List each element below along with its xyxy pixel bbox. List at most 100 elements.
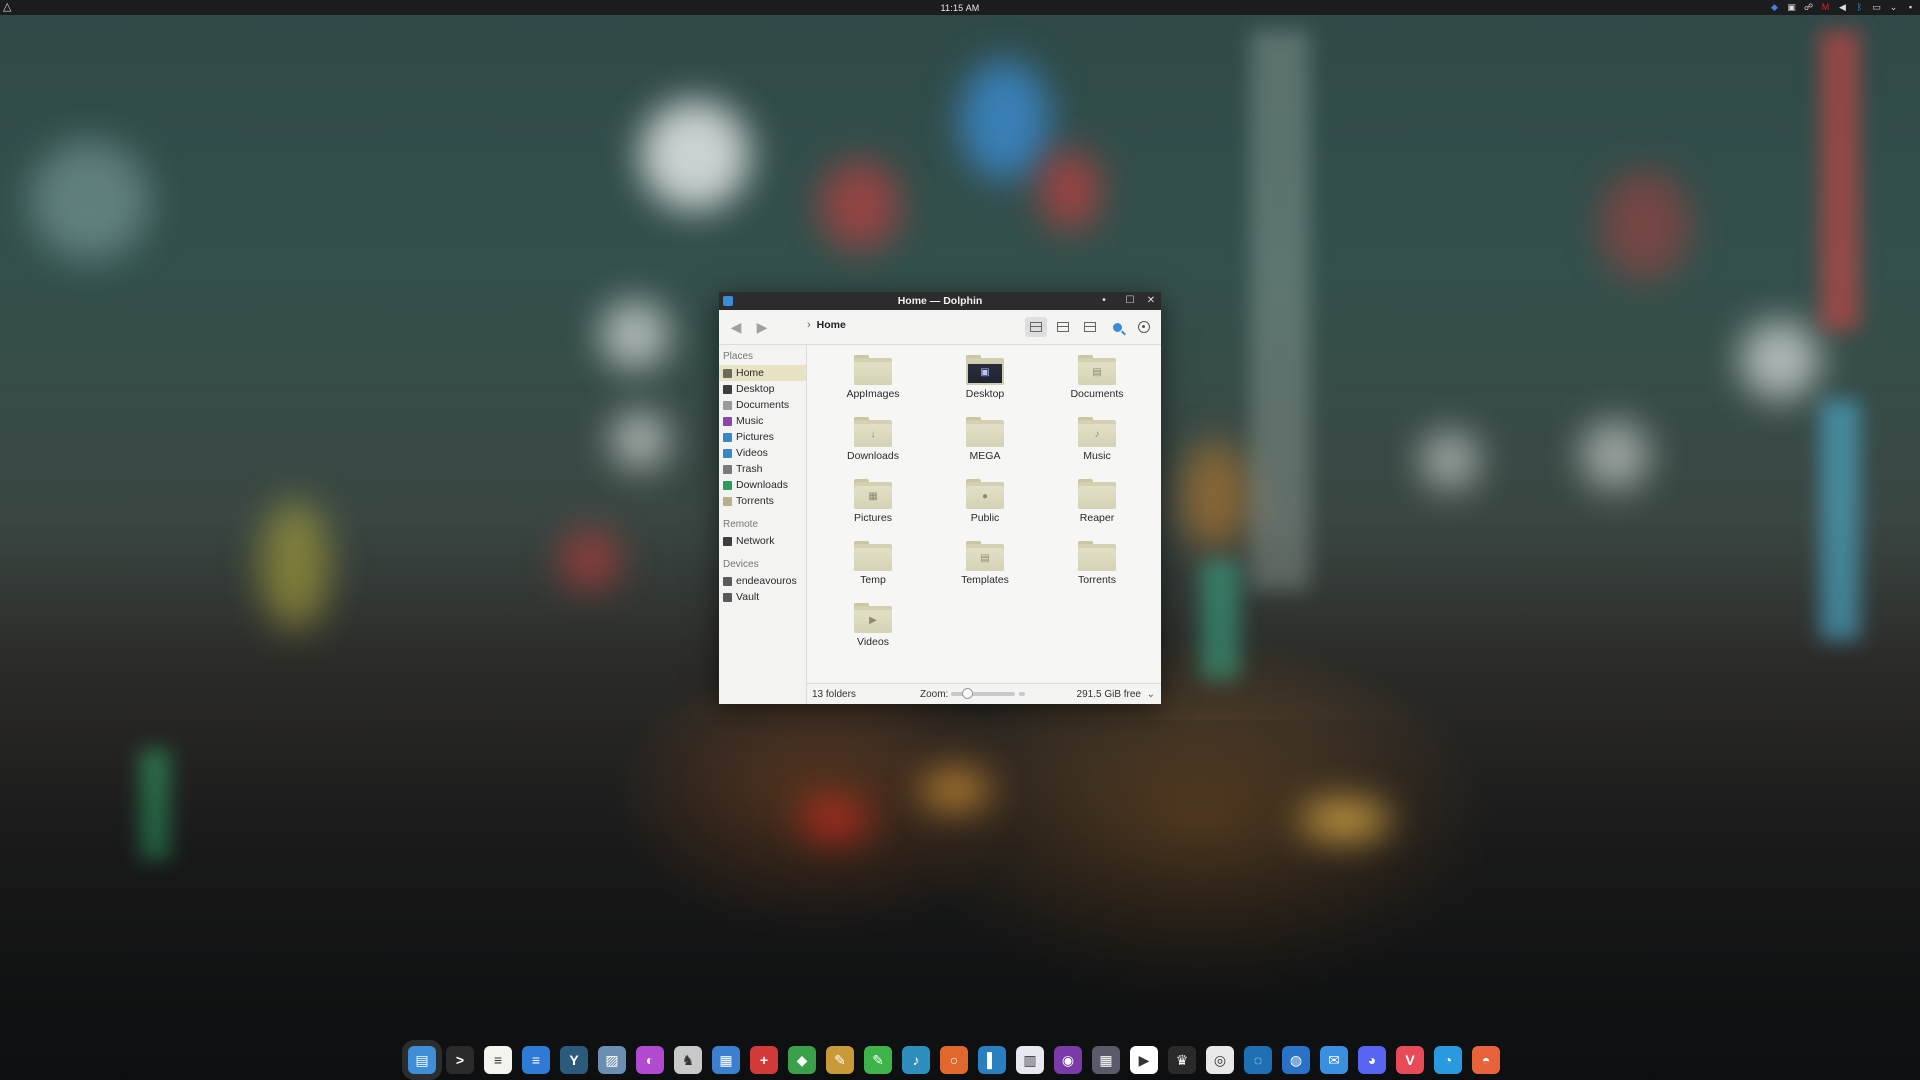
chess-icon[interactable]: ♞: [674, 1046, 702, 1074]
podcast-icon[interactable]: ◉: [1054, 1046, 1082, 1074]
clipboard-icon[interactable]: ▣: [1786, 2, 1797, 13]
game-icon[interactable]: ♛: [1168, 1046, 1196, 1074]
endeavouros-icon[interactable]: △: [3, 1, 15, 13]
search-button[interactable]: [1106, 317, 1128, 337]
sidebar-item-documents[interactable]: Documents: [719, 397, 806, 413]
file-view: AppImages ▣ Desktop ▤ Documents ↓ Downloads MEG…: [807, 345, 1161, 704]
discord-icon[interactable]: ◕: [1358, 1046, 1386, 1074]
sidebar-item-torrents[interactable]: Torrents: [719, 493, 806, 509]
vivaldi-icon[interactable]: V: [1396, 1046, 1424, 1074]
volume-icon[interactable]: ◀: [1837, 2, 1848, 13]
folder-emblem-icon: [1091, 491, 1103, 503]
window-icon[interactable]: ▪: [1905, 2, 1916, 13]
free-space[interactable]: 291.5 GiB free: [1077, 689, 1141, 700]
sidebar-item-music[interactable]: Music: [719, 413, 806, 429]
folder-item[interactable]: ▤ Documents: [1041, 351, 1153, 413]
zoom-slider[interactable]: [951, 688, 1015, 699]
hamburger-menu-button[interactable]: [1133, 317, 1155, 337]
forward-button[interactable]: ▶: [753, 319, 771, 335]
writer-icon[interactable]: ≡: [522, 1046, 550, 1074]
bitwarden-icon[interactable]: ◆: [1769, 2, 1780, 13]
sidebar-item-label: Pictures: [736, 431, 774, 443]
disk-icon[interactable]: ◎: [1206, 1046, 1234, 1074]
sidebar-item-pictures[interactable]: Pictures: [719, 429, 806, 445]
folder-item[interactable]: ▤ Templates: [929, 537, 1041, 599]
mega-icon[interactable]: M: [1820, 2, 1831, 13]
folder-emblem-icon: [867, 553, 879, 565]
folder-item[interactable]: ▣ Desktop: [929, 351, 1041, 413]
vpn-shield-icon[interactable]: ◆: [788, 1046, 816, 1074]
folder-item[interactable]: Temp: [817, 537, 929, 599]
breadcrumb-chevron-icon[interactable]: ›: [807, 319, 811, 331]
folder-label: Pictures: [854, 512, 892, 524]
sidebar-item-home[interactable]: Home: [719, 365, 806, 381]
audio-editor-icon[interactable]: ▥: [1016, 1046, 1044, 1074]
text-editor-icon[interactable]: ≡: [484, 1046, 512, 1074]
folder-emblem-icon: [867, 367, 879, 379]
sidebar-item-trash[interactable]: Trash: [719, 461, 806, 477]
firefox-icon[interactable]: ◓: [1472, 1046, 1500, 1074]
folder-item[interactable]: Torrents: [1041, 537, 1153, 599]
window-titlebar[interactable]: Home — Dolphin • ☐ ✕: [719, 292, 1161, 310]
close-icon[interactable]: ✕: [1144, 294, 1158, 308]
details-view-button[interactable]: [1079, 317, 1101, 337]
folder-item[interactable]: AppImages: [817, 351, 929, 413]
folder-label: Templates: [961, 574, 1009, 586]
chevron-down-icon[interactable]: ⌄: [1147, 689, 1155, 700]
kde-connect-icon[interactable]: ☍: [1803, 2, 1814, 13]
folder-icon: ▤: [966, 541, 1004, 571]
back-button[interactable]: ◀: [727, 319, 745, 335]
folder-label: Desktop: [965, 388, 1005, 400]
display-icon[interactable]: ▭: [1871, 2, 1882, 13]
sidebar-item-endeavouros[interactable]: endeavouros: [719, 573, 806, 589]
inkscape-icon[interactable]: ✎: [864, 1046, 892, 1074]
sidebar-item-network[interactable]: Network: [719, 533, 806, 549]
dolphin-app-icon[interactable]: [723, 296, 733, 306]
folder-item[interactable]: Reaper: [1041, 475, 1153, 537]
sidebar-item-vault[interactable]: Vault: [719, 589, 806, 605]
obs-icon[interactable]: ○: [940, 1046, 968, 1074]
clock[interactable]: 11:15 AM: [941, 3, 980, 13]
folder-item[interactable]: ▶ Videos: [817, 599, 929, 661]
desktop-icon: [723, 384, 732, 394]
mail-bird-icon[interactable]: ✉: [1320, 1046, 1348, 1074]
yakuake-icon[interactable]: Y: [560, 1046, 588, 1074]
video-editor-icon[interactable]: ▦: [1092, 1046, 1120, 1074]
spreadsheet-icon[interactable]: ▦: [712, 1046, 740, 1074]
folder-item[interactable]: ▦ Pictures: [817, 475, 929, 537]
sidebar-item-videos[interactable]: Videos: [719, 445, 806, 461]
folder-icon: [854, 541, 892, 571]
gimp-icon[interactable]: ✎: [826, 1046, 854, 1074]
zoom-slider-handle[interactable]: [961, 688, 973, 699]
sidebar-item-desktop[interactable]: Desktop: [719, 381, 806, 397]
sidebar-app-icon[interactable]: ▌: [978, 1046, 1006, 1074]
folder-item[interactable]: ↓ Downloads: [817, 413, 929, 475]
zoom-slider-end: [1019, 692, 1025, 696]
steam-icon[interactable]: ◌: [1244, 1046, 1272, 1074]
bluetooth-icon[interactable]: ᛒ: [1854, 2, 1865, 13]
folder-item[interactable]: ♪ Music: [1041, 413, 1153, 475]
home-icon: [723, 368, 732, 378]
folder-item[interactable]: ● Public: [929, 475, 1041, 537]
safari-icon[interactable]: ◔: [1434, 1046, 1462, 1074]
sidebar-item-label: Home: [736, 367, 765, 379]
maximize-icon[interactable]: ☐: [1123, 294, 1137, 308]
music-player-icon[interactable]: ♪: [902, 1046, 930, 1074]
dolphin-icon[interactable]: ▤: [402, 1040, 442, 1080]
youtube-icon[interactable]: ▶: [1130, 1046, 1158, 1074]
image-viewer-icon[interactable]: ▨: [598, 1046, 626, 1074]
sidebar-item-downloads[interactable]: Downloads: [719, 477, 806, 493]
keep-above-icon[interactable]: •: [1097, 294, 1111, 308]
window-body: Places Home Desktop Documents Music Pictures…: [719, 345, 1161, 704]
terminal-icon[interactable]: >: [446, 1046, 474, 1074]
compact-view-button[interactable]: [1052, 317, 1074, 337]
first-aid-icon[interactable]: +: [750, 1046, 778, 1074]
icons-view-button[interactable]: [1025, 317, 1047, 337]
breadcrumb-home[interactable]: Home: [817, 319, 846, 331]
color-picker-icon[interactable]: ◐: [636, 1046, 664, 1074]
places-section-title: Places: [723, 351, 754, 362]
toolbar: ◀ ▶ › Home: [719, 310, 1161, 345]
folder-item[interactable]: MEGA: [929, 413, 1041, 475]
chevron-down-icon[interactable]: ⌄: [1888, 2, 1899, 13]
browser-icon[interactable]: ◍: [1282, 1046, 1310, 1074]
